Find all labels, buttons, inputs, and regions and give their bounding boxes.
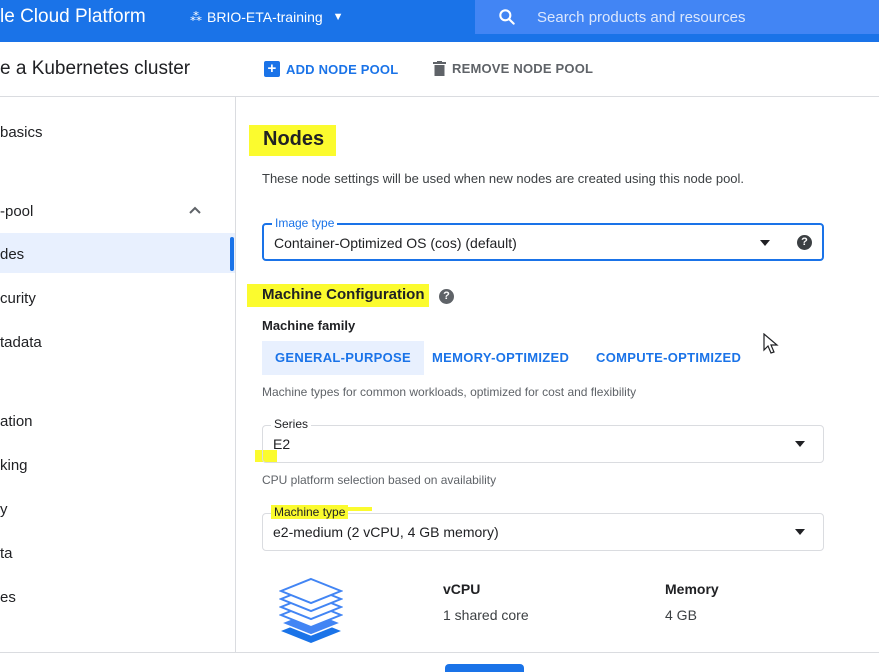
help-icon[interactable]: ? bbox=[439, 289, 454, 304]
tab-compute-optimized[interactable]: COMPUTE-OPTIMIZED bbox=[596, 341, 741, 375]
chevron-down-icon: ▼ bbox=[332, 11, 344, 23]
sidebar-item-basics[interactable]: basics bbox=[0, 124, 43, 141]
dropdown-arrow-icon bbox=[795, 441, 805, 447]
series-hint: CPU platform selection based on availabi… bbox=[262, 473, 497, 487]
add-node-pool-label: ADD NODE POOL bbox=[286, 61, 399, 77]
sidebar-item-security[interactable]: curity bbox=[0, 290, 36, 307]
machine-family-hint: Machine types for common workloads, opti… bbox=[262, 385, 637, 399]
sidebar-nav: basics -pool des curity tadata ation kin… bbox=[0, 97, 236, 652]
machine-family-label: Machine family bbox=[262, 318, 356, 333]
remove-node-pool-label: REMOVE NODE POOL bbox=[452, 61, 594, 76]
machine-type-value: e2-medium (2 vCPU, 4 GB memory) bbox=[273, 524, 499, 540]
footer-bar bbox=[0, 652, 879, 672]
sidebar-item-metadata[interactable]: tadata bbox=[0, 334, 42, 351]
top-app-bar: le Cloud Platform ⁂ BRIO-ETA-training ▼ bbox=[0, 0, 879, 42]
search-input[interactable] bbox=[537, 8, 857, 26]
dropdown-arrow-icon bbox=[760, 240, 770, 246]
memory-header: Memory bbox=[665, 581, 719, 597]
dropdown-arrow-icon bbox=[795, 529, 805, 535]
image-type-value: Container-Optimized OS (cos) (default) bbox=[274, 235, 517, 251]
tab-memory-optimized[interactable]: MEMORY-OPTIMIZED bbox=[432, 341, 569, 375]
project-dots-icon: ⁂ bbox=[190, 10, 202, 24]
series-value: E2 bbox=[273, 436, 291, 452]
sidebar-item-features[interactable]: es bbox=[0, 589, 16, 606]
create-button[interactable] bbox=[445, 664, 524, 672]
sidebar-item-node-pool[interactable]: -pool bbox=[0, 203, 33, 220]
help-icon[interactable]: ? bbox=[797, 235, 812, 250]
page-header: e a Kubernetes cluster + ADD NODE POOL R… bbox=[0, 42, 879, 97]
series-label: Series bbox=[271, 417, 312, 431]
project-selector[interactable]: ⁂ BRIO-ETA-training ▼ bbox=[190, 9, 344, 25]
sidebar-item-security-cluster[interactable]: y bbox=[0, 501, 8, 518]
search-bar[interactable] bbox=[475, 0, 879, 34]
mouse-pointer-icon bbox=[763, 333, 779, 354]
add-node-pool-button[interactable]: + ADD NODE POOL bbox=[264, 61, 398, 77]
sidebar-item-automation[interactable]: ation bbox=[0, 413, 33, 430]
trash-icon bbox=[433, 61, 446, 76]
sidebar-item-metadata-cluster[interactable]: ta bbox=[0, 545, 13, 562]
image-type-label: Image type bbox=[272, 216, 338, 230]
project-name: BRIO-ETA-training bbox=[207, 9, 323, 25]
sidebar-item-nodes[interactable]: des bbox=[0, 246, 24, 263]
search-icon bbox=[499, 9, 515, 25]
section-title-nodes: Nodes bbox=[249, 125, 337, 156]
machine-type-label: Machine type bbox=[271, 505, 349, 519]
vcpu-value: 1 shared core bbox=[443, 607, 529, 623]
add-box-icon: + bbox=[264, 61, 280, 77]
nodes-description: These node settings will be used when ne… bbox=[262, 171, 745, 186]
main-content: Nodes These node settings will be used w… bbox=[237, 97, 879, 652]
memory-value: 4 GB bbox=[665, 607, 697, 623]
section-title-machine-configuration: Machine Configuration bbox=[247, 284, 429, 307]
vcpu-header: vCPU bbox=[443, 581, 481, 597]
page-title: e a Kubernetes cluster bbox=[0, 58, 191, 79]
tab-general-purpose[interactable]: GENERAL-PURPOSE bbox=[262, 341, 424, 375]
chevron-up-icon[interactable] bbox=[188, 203, 202, 217]
remove-node-pool-button[interactable]: REMOVE NODE POOL bbox=[433, 61, 593, 76]
layers-stack-icon bbox=[279, 577, 343, 643]
machine-type-select[interactable]: Machine type e2-medium (2 vCPU, 4 GB mem… bbox=[262, 505, 824, 551]
image-type-select[interactable]: Image type Container-Optimized OS (cos) … bbox=[262, 216, 824, 261]
sidebar-active-highlight bbox=[0, 233, 235, 273]
sidebar-item-networking[interactable]: king bbox=[0, 457, 28, 474]
app-title[interactable]: le Cloud Platform bbox=[0, 6, 146, 28]
series-select[interactable]: Series E2 bbox=[262, 417, 824, 463]
highlight-mark bbox=[348, 507, 372, 511]
sidebar-active-indicator bbox=[230, 237, 234, 271]
